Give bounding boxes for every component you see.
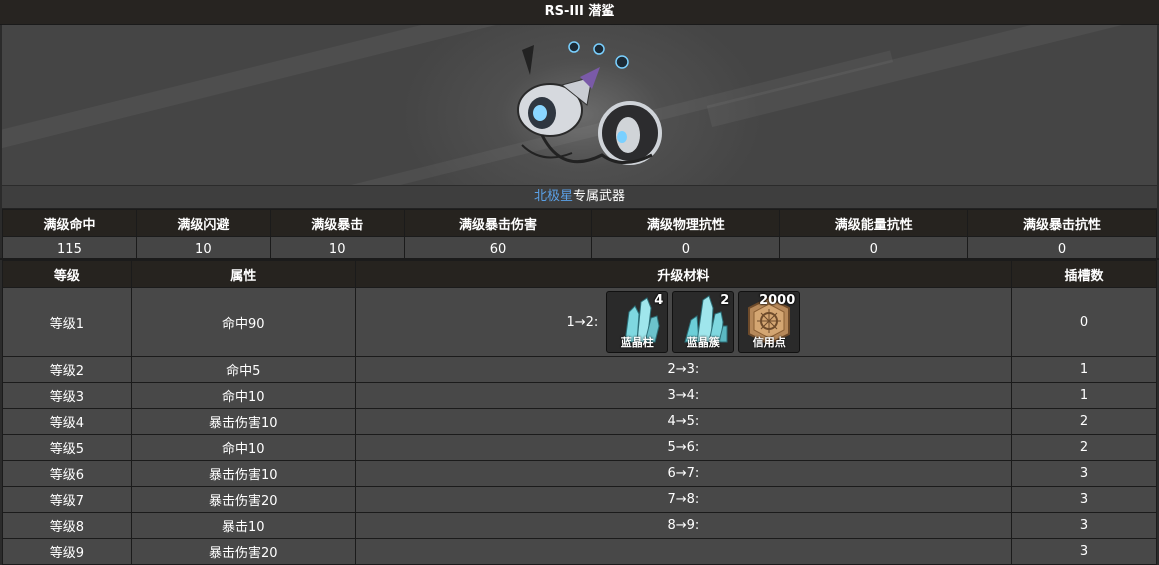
material-blue-crystal-pillar[interactable]: 4 蓝晶柱: [606, 291, 669, 353]
upgrade-step: 3→4:: [354, 382, 1013, 409]
slots-cell: 3: [1011, 486, 1157, 513]
slots-header: 插槽数: [1011, 260, 1157, 288]
level-cell: 等级6: [2, 460, 132, 487]
attribute-cell: 暴击伤害10: [130, 460, 356, 487]
upgrade-step: 5→6:: [354, 434, 1013, 461]
attribute-cell: 命中10: [130, 382, 356, 409]
level-cell: 等级7: [2, 486, 132, 513]
slots-cell: 2: [1011, 434, 1157, 461]
max-stats-table: 满级命中 满级闪避 满级暴击 满级暴击伤害 满级物理抗性 满级能量抗性 满级暴击…: [2, 209, 1157, 262]
level-table: 等级 属性 升级材料 插槽数 等级1 命中90 1→2: 4 蓝晶柱 2 蓝晶簇…: [2, 260, 1157, 565]
upgrade-step: 4→5:: [354, 408, 1013, 435]
attribute-header: 属性: [130, 260, 356, 288]
material-credit[interactable]: 2000 信用点: [738, 291, 801, 353]
attribute-cell: 命中90: [130, 287, 356, 357]
stat-header-physical-resist: 满级物理抗性: [591, 209, 781, 237]
caption-suffix: 专属武器: [573, 189, 626, 204]
table-row: 等级2 命中5 2→3: 1: [2, 356, 1157, 383]
table-row: 等级7 暴击伤害20 7→8: 3: [2, 486, 1157, 513]
material-list: 1→2: 4 蓝晶柱 2 蓝晶簇 2000 信用点: [566, 291, 801, 353]
level-cell: 等级4: [2, 408, 132, 435]
stat-header-crit-damage: 满级暴击伤害: [403, 209, 593, 237]
table-row: 等级6 暴击伤害10 6→7: 3: [2, 460, 1157, 487]
weapon-image: [517, 41, 662, 165]
slots-cell: 2: [1011, 408, 1157, 435]
table-row: 等级8 暴击10 8→9: 3: [2, 512, 1157, 539]
weapon-art-panel: [2, 25, 1157, 185]
materials-header: 升级材料: [354, 260, 1013, 288]
slots-cell: 3: [1011, 460, 1157, 487]
material-name: 蓝晶簇: [686, 336, 720, 349]
operator-link[interactable]: 北极星: [534, 189, 573, 204]
material-qty: 4: [654, 293, 664, 308]
table-row: 等级3 命中10 3→4: 1: [2, 382, 1157, 409]
stat-header-hit: 满级命中: [2, 209, 137, 237]
material-qty: 2: [720, 293, 730, 308]
upgrade-step: [354, 538, 1013, 565]
upgrade-step: 1→2:: [566, 314, 599, 330]
material-name: 蓝晶柱: [620, 336, 654, 349]
level-cell: 等级3: [2, 382, 132, 409]
upgrade-step: 8→9:: [354, 512, 1013, 539]
materials-cell: 1→2: 4 蓝晶柱 2 蓝晶簇 2000 信用点: [354, 287, 1013, 357]
table-row: 等级5 命中10 5→6: 2: [2, 434, 1157, 461]
slots-cell: 0: [1011, 287, 1157, 357]
upgrade-step: 2→3:: [354, 356, 1013, 383]
weapon-title: RS-III 潜鲨: [0, 0, 1159, 25]
attribute-cell: 命中10: [130, 434, 356, 461]
level-header: 等级: [2, 260, 132, 288]
upgrade-step: 7→8:: [354, 486, 1013, 513]
level-cell: 等级9: [2, 538, 132, 565]
attribute-cell: 暴击伤害20: [130, 538, 356, 565]
exclusive-caption: 北极星专属武器: [2, 186, 1157, 209]
material-blue-crystal-cluster[interactable]: 2 蓝晶簇: [672, 291, 735, 353]
attribute-cell: 命中5: [130, 356, 356, 383]
table-row: 等级9 暴击伤害20 3: [2, 538, 1157, 565]
attribute-cell: 暴击10: [130, 512, 356, 539]
slots-cell: 1: [1011, 356, 1157, 383]
material-name: 信用点: [752, 336, 786, 349]
stat-header-crit: 满级暴击: [269, 209, 405, 237]
level-cell: 等级8: [2, 512, 132, 539]
level-cell: 等级5: [2, 434, 132, 461]
weapon-page: RS-III 潜鲨 北极星专属武器 满级命中 满级闪避 满级暴击 满级暴击伤害 …: [0, 0, 1159, 565]
table-row: 等级4 暴击伤害10 4→5: 2: [2, 408, 1157, 435]
level-cell: 等级2: [2, 356, 132, 383]
slots-cell: 3: [1011, 538, 1157, 565]
stat-header-crit-resist: 满级暴击抗性: [967, 209, 1157, 237]
slots-cell: 1: [1011, 382, 1157, 409]
attribute-cell: 暴击伤害10: [130, 408, 356, 435]
stat-header-energy-resist: 满级能量抗性: [779, 209, 969, 237]
level-cell: 等级1: [2, 287, 132, 357]
material-qty: 2000: [759, 293, 796, 308]
attribute-cell: 暴击伤害20: [130, 486, 356, 513]
stat-header-dodge: 满级闪避: [135, 209, 271, 237]
upgrade-step: 6→7:: [354, 460, 1013, 487]
table-row: 等级1 命中90 1→2: 4 蓝晶柱 2 蓝晶簇 2000 信用点 0: [2, 287, 1157, 357]
slots-cell: 3: [1011, 512, 1157, 539]
